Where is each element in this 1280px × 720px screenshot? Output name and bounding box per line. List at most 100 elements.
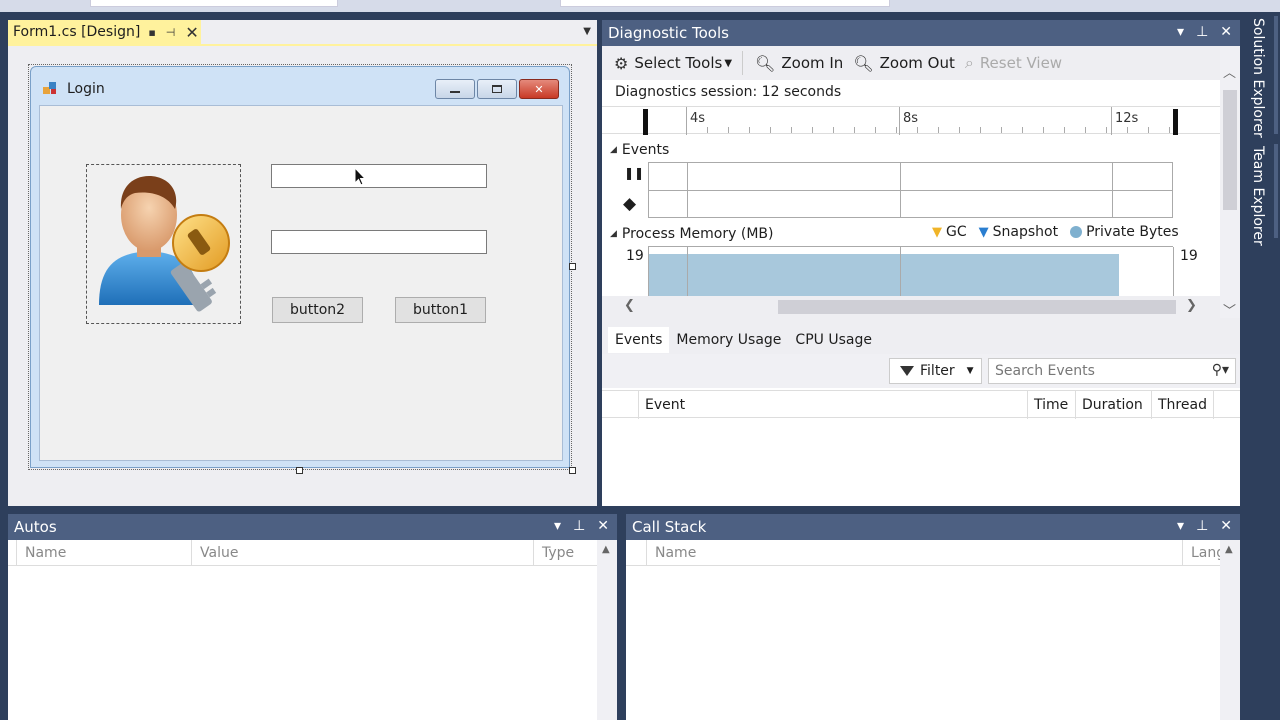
toolbar-combo[interactable] (90, 0, 338, 7)
chevron-down-icon: ▼ (724, 57, 733, 69)
tab-strip-line (8, 44, 597, 46)
pin-icon[interactable]: ⊥ (573, 518, 585, 534)
column-name[interactable]: Name (16, 540, 191, 566)
zoom-in-button[interactable]: 🔍︎ Zoom In (755, 54, 843, 73)
resize-handle-corner[interactable] (569, 467, 576, 474)
process-memory-label: Process Memory (MB) (621, 226, 774, 242)
scroll-up-icon[interactable]: ︿ (1223, 62, 1236, 81)
close-icon[interactable]: ✕ (597, 518, 609, 534)
private-bytes-area (649, 254, 1119, 296)
solution-explorer-tab[interactable]: Solution Explorer (1250, 18, 1266, 138)
ruler-minor-tick (1127, 127, 1128, 133)
column-value[interactable]: Value (191, 540, 533, 566)
timeline-start-marker[interactable] (643, 109, 648, 135)
close-icon[interactable]: ✕ (1220, 24, 1232, 40)
scroll-up-icon[interactable]: ▲ (1225, 544, 1233, 555)
close-icon[interactable]: ✕ (1220, 518, 1232, 534)
events-section-header[interactable]: ◢ Events (610, 142, 669, 158)
unpin-icon[interactable]: ⊣ (166, 26, 176, 39)
ruler-minor-tick (1169, 127, 1170, 133)
search-events-input[interactable]: Search Events ⚲▾ (988, 358, 1236, 384)
ruler-minor-tick (959, 127, 960, 133)
tab-cpu-usage[interactable]: CPU Usage (788, 327, 879, 353)
reset-view-button[interactable]: ⌕ Reset View (965, 53, 1062, 73)
timeline-horizontal-scrollbar[interactable]: ❮ ❯ (602, 296, 1220, 318)
diamond-icon: ◆ (623, 194, 637, 214)
column-type[interactable]: Type (533, 540, 597, 566)
pause-icon: ❚❚ (624, 166, 645, 180)
panel-title: Diagnostic Tools (608, 24, 729, 42)
search-icon[interactable]: ⚲▾ (1212, 362, 1229, 378)
zoom-in-label: Zoom In (781, 54, 844, 72)
column-time[interactable]: Time (1027, 391, 1075, 419)
button2[interactable]: button2 (272, 297, 363, 323)
timeline-ruler[interactable]: 4s 8s 12s (602, 106, 1220, 135)
close-window-button[interactable]: ✕ (519, 79, 559, 99)
select-tools-button[interactable]: ⚙ Select Tools ▼ (614, 54, 732, 73)
ruler-major-tick (1111, 107, 1112, 135)
top-toolbar-strip (0, 0, 1280, 12)
timeline-end-marker[interactable] (1173, 109, 1178, 135)
ruler-minor-tick (791, 127, 792, 133)
events-timeline-grid[interactable] (648, 162, 1173, 218)
resize-handle-bottom[interactable] (296, 467, 303, 474)
zoom-out-icon: 🔍︎ (853, 53, 874, 73)
minimize-button[interactable] (435, 79, 475, 99)
tab-form1-design[interactable]: Form1.cs [Design] ▪ ⊣ ✕ (8, 20, 201, 44)
memory-axis-left-value: 19 (626, 248, 644, 264)
pin-icon[interactable]: ⊥ (1196, 518, 1208, 534)
team-explorer-tab[interactable]: Team Explorer (1250, 146, 1266, 246)
dropdown-icon[interactable]: ▾ (1177, 24, 1184, 40)
column-duration[interactable]: Duration (1075, 391, 1151, 419)
scroll-down-icon[interactable]: ﹀ (1223, 300, 1236, 319)
toolbar-combo-2[interactable] (560, 0, 890, 7)
pin-icon[interactable]: ▪ (148, 26, 155, 39)
scroll-left-icon[interactable]: ❮ (624, 298, 635, 313)
select-tools-label: Select Tools (634, 54, 723, 72)
process-memory-chart[interactable] (648, 246, 1174, 296)
column-language[interactable]: Lang (1182, 540, 1220, 566)
column-name[interactable]: Name (646, 540, 1182, 566)
scroll-right-icon[interactable]: ❯ (1186, 298, 1197, 313)
scrollbar-thumb[interactable] (778, 300, 1176, 314)
resize-handle-right[interactable] (569, 263, 576, 270)
snapshot-marker-icon: ▼ (978, 224, 989, 240)
events-filter-bar: Filter ▼ Search Events ⚲▾ (602, 354, 1240, 388)
tab-memory-usage[interactable]: Memory Usage (669, 327, 788, 353)
rail-accent (1274, 16, 1278, 134)
zoom-out-button[interactable]: 🔍︎ Zoom Out (853, 54, 955, 73)
panel-splitter[interactable] (602, 318, 1240, 326)
pin-icon[interactable]: ⊥ (1196, 24, 1208, 40)
filter-label: Filter (920, 363, 955, 379)
autos-vertical-scrollbar[interactable]: ▲ ▼ (597, 540, 617, 720)
scrollbar-thumb[interactable] (1223, 90, 1237, 210)
close-icon[interactable]: ✕ (185, 23, 198, 42)
call-stack-vertical-scrollbar[interactable]: ▲ ▼ (1220, 540, 1240, 720)
username-textbox[interactable] (271, 164, 487, 188)
tab-events[interactable]: Events (608, 327, 670, 353)
ruler-minor-tick (896, 127, 897, 133)
ruler-minor-tick (1043, 127, 1044, 133)
maximize-button[interactable] (477, 79, 517, 99)
scroll-up-icon[interactable]: ▲ (602, 544, 610, 555)
login-user-key-image (99, 176, 230, 312)
ruler-label-8s: 8s (903, 111, 919, 126)
legend-gc: ▼ GC (932, 224, 967, 240)
dropdown-icon[interactable]: ▾ (1177, 518, 1184, 534)
reset-view-label: Reset View (979, 54, 1063, 72)
picture-box[interactable] (86, 164, 241, 324)
diagnostic-vertical-scrollbar[interactable]: ︿ ﹀ (1220, 46, 1240, 319)
collapse-triangle-icon: ◢ (610, 229, 617, 239)
button1[interactable]: button1 (395, 297, 486, 323)
dropdown-icon[interactable]: ▾ (554, 518, 561, 534)
ruler-minor-tick (1085, 127, 1086, 133)
autos-grid-header: Name Value Type (8, 540, 597, 566)
column-thread[interactable]: Thread (1151, 391, 1213, 419)
process-memory-header[interactable]: ◢ Process Memory (MB) (610, 226, 773, 242)
column-event[interactable]: Event (638, 391, 1027, 419)
ruler-minor-tick (770, 127, 771, 133)
dropdown-icon[interactable]: ▼ (583, 26, 591, 37)
password-textbox[interactable] (271, 230, 487, 254)
autos-header: Autos ▾ ⊥ ✕ (8, 514, 617, 540)
filter-button[interactable]: Filter ▼ (889, 358, 982, 384)
